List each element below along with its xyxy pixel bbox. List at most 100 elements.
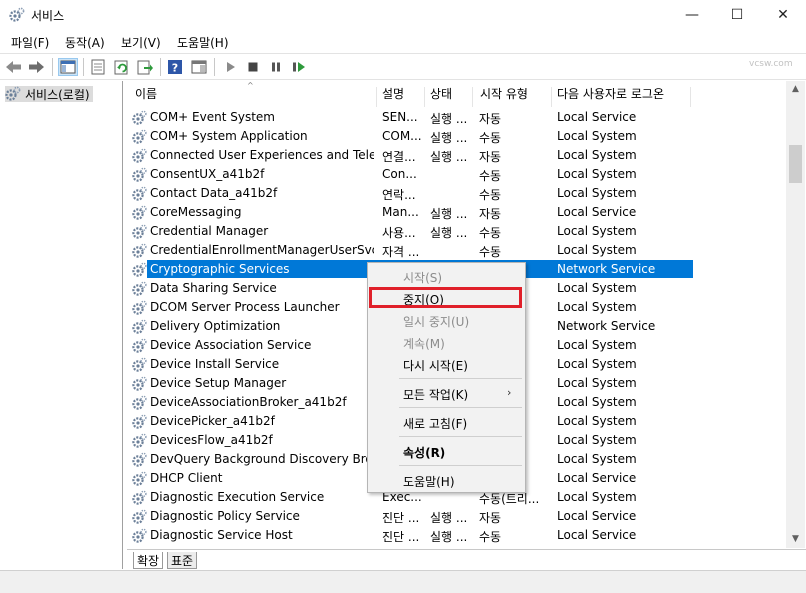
cell-startup-type: 수동 <box>479 226 502 240</box>
table-row[interactable]: CoreMessaging Man... 실행 ... 자동 Local Service <box>127 203 693 222</box>
table-row[interactable]: Diagnostic Service Host 진단 ... 실행 ... 수동 Loc… <box>127 526 693 545</box>
stop-service-icon[interactable] <box>243 58 263 76</box>
export-list-icon[interactable] <box>135 58 155 76</box>
scrollbar-thumb[interactable] <box>789 145 802 183</box>
cell-description: 진단 ... <box>382 530 420 544</box>
service-gear-icon <box>132 471 147 486</box>
column-header-startup-type[interactable]: 시작 유형 <box>480 85 528 107</box>
column-header-status[interactable]: 상태 <box>430 85 452 107</box>
show-action-pane-icon[interactable] <box>189 58 209 76</box>
context-menu-pause[interactable]: 일시 중지(U) <box>368 309 525 331</box>
context-menu-restart[interactable]: 다시 시작(E) <box>368 353 525 375</box>
forward-arrow-icon[interactable] <box>26 58 46 76</box>
cell-name: Data Sharing Service <box>150 281 277 295</box>
context-menu-resume[interactable]: 계속(M) <box>368 331 525 353</box>
context-menu-label: 계속(M) <box>403 337 445 351</box>
table-row[interactable]: Credential Manager 사용... 실행 ... 수동 Local Sys… <box>127 222 693 241</box>
table-row[interactable]: Contact Data_a41b2f 연락... 수동 Local System <box>127 184 693 203</box>
scroll-down-arrow-icon[interactable]: ▼ <box>786 531 805 548</box>
context-menu-properties[interactable]: 속성(R) <box>368 440 525 462</box>
context-menu-label: 도움말(H) <box>403 475 455 489</box>
cell-log-on-as: Network Service <box>557 262 656 276</box>
service-gear-icon <box>132 509 147 524</box>
toolbar-separator <box>83 58 84 76</box>
service-gear-icon <box>132 433 147 448</box>
column-header-description[interactable]: 설명 <box>382 85 404 107</box>
table-row[interactable]: ConsentUX_a41b2f Con... 수동 Local System <box>127 165 693 184</box>
column-separator[interactable] <box>376 87 377 107</box>
menu-help[interactable]: 도움말(H) <box>177 34 229 51</box>
table-row[interactable]: Diagnostic Policy Service 진단 ... 실행 ... 자동 L… <box>127 507 693 526</box>
column-separator[interactable] <box>472 87 473 107</box>
status-bar <box>0 570 806 593</box>
toolbar-separator <box>214 58 215 76</box>
column-separator[interactable] <box>424 87 425 107</box>
cell-log-on-as: Local System <box>557 186 637 200</box>
cell-name: Diagnostic Policy Service <box>150 509 300 523</box>
table-row[interactable]: Connected User Experiences and Telem... 연… <box>127 146 693 165</box>
menu-file[interactable]: 파일(F) <box>11 34 49 51</box>
tab-extended[interactable]: 확장 <box>133 552 164 569</box>
minimize-button[interactable]: — <box>669 0 715 31</box>
maximize-button[interactable]: ☐ <box>714 0 760 31</box>
context-menu-stop[interactable]: 중지(O) <box>368 287 525 309</box>
column-separator[interactable] <box>551 87 552 107</box>
cell-log-on-as: Local System <box>557 376 637 390</box>
cell-status: 실행 ... <box>430 207 468 221</box>
cell-description: Man... <box>382 205 419 219</box>
cell-startup-type: 자동 <box>479 150 502 164</box>
console-tree-pane: 서비스(로컬) <box>1 81 123 569</box>
restart-service-icon[interactable] <box>289 58 309 76</box>
column-separator[interactable] <box>690 87 691 107</box>
column-header-name[interactable]: 이름 <box>135 85 157 107</box>
context-menu-separator <box>399 378 522 379</box>
service-gear-icon <box>132 490 147 505</box>
pause-service-icon[interactable] <box>266 58 286 76</box>
cell-log-on-as: Local System <box>557 395 637 409</box>
table-row[interactable]: CredentialEnrollmentManagerUserSvc_a... 자… <box>127 241 693 260</box>
close-button[interactable]: ✕ <box>760 0 806 31</box>
cell-description: 연결... <box>382 150 416 164</box>
cell-name: Cryptographic Services <box>150 262 290 276</box>
service-gear-icon <box>132 528 147 543</box>
cell-startup-type: 자동 <box>479 112 502 126</box>
cell-log-on-as: Local Service <box>557 205 637 219</box>
start-service-icon[interactable] <box>220 58 240 76</box>
context-menu-start[interactable]: 시작(S) <box>368 265 525 287</box>
menu-view[interactable]: 보기(V) <box>121 34 161 51</box>
properties-icon[interactable] <box>88 58 108 76</box>
context-menu-separator <box>399 407 522 408</box>
service-gear-icon <box>132 300 147 315</box>
services-gear-icon <box>5 86 21 101</box>
service-gear-icon <box>132 167 147 182</box>
help-icon[interactable]: ? <box>165 58 185 76</box>
tab-standard[interactable]: 표준 <box>167 552 198 569</box>
context-menu-refresh[interactable]: 새로 고침(F) <box>368 411 525 433</box>
vertical-scrollbar[interactable]: ▲ ▼ <box>786 81 805 548</box>
scroll-up-arrow-icon[interactable]: ▲ <box>786 81 805 98</box>
cell-name: DevQuery Background Discovery Broker <box>150 452 374 466</box>
service-gear-icon <box>132 148 147 163</box>
cell-name: CredentialEnrollmentManagerUserSvc_a... <box>150 243 374 257</box>
table-row[interactable]: COM+ Event System SEN... 실행 ... 자동 Local Ser… <box>127 108 693 127</box>
column-header-log-on-as[interactable]: 다음 사용자로 로그온 <box>557 85 664 107</box>
service-gear-icon <box>132 414 147 429</box>
back-arrow-icon[interactable] <box>4 58 24 76</box>
refresh-icon[interactable] <box>112 58 132 76</box>
service-gear-icon <box>132 376 147 391</box>
table-row[interactable]: COM+ System Application COM... 실행 ... 수동 Loc… <box>127 127 693 146</box>
cell-name: DeviceAssociationBroker_a41b2f <box>150 395 347 409</box>
context-menu-help[interactable]: 도움말(H) <box>368 469 525 491</box>
service-gear-icon <box>132 357 147 372</box>
context-menu-all-tasks[interactable]: 모든 작업(K) › <box>368 382 525 404</box>
service-gear-icon <box>132 205 147 220</box>
cell-log-on-as: Local Service <box>557 509 637 523</box>
menu-action[interactable]: 동작(A) <box>65 34 105 51</box>
cell-log-on-as: Local System <box>557 243 637 257</box>
cell-log-on-as: Local System <box>557 224 637 238</box>
context-menu-label: 속성(R) <box>403 446 446 460</box>
tree-item-services-local[interactable]: 서비스(로컬) <box>5 86 93 102</box>
console-tree-icon[interactable] <box>58 58 78 76</box>
cell-log-on-as: Local System <box>557 414 637 428</box>
cell-status: 실행 ... <box>430 131 468 145</box>
